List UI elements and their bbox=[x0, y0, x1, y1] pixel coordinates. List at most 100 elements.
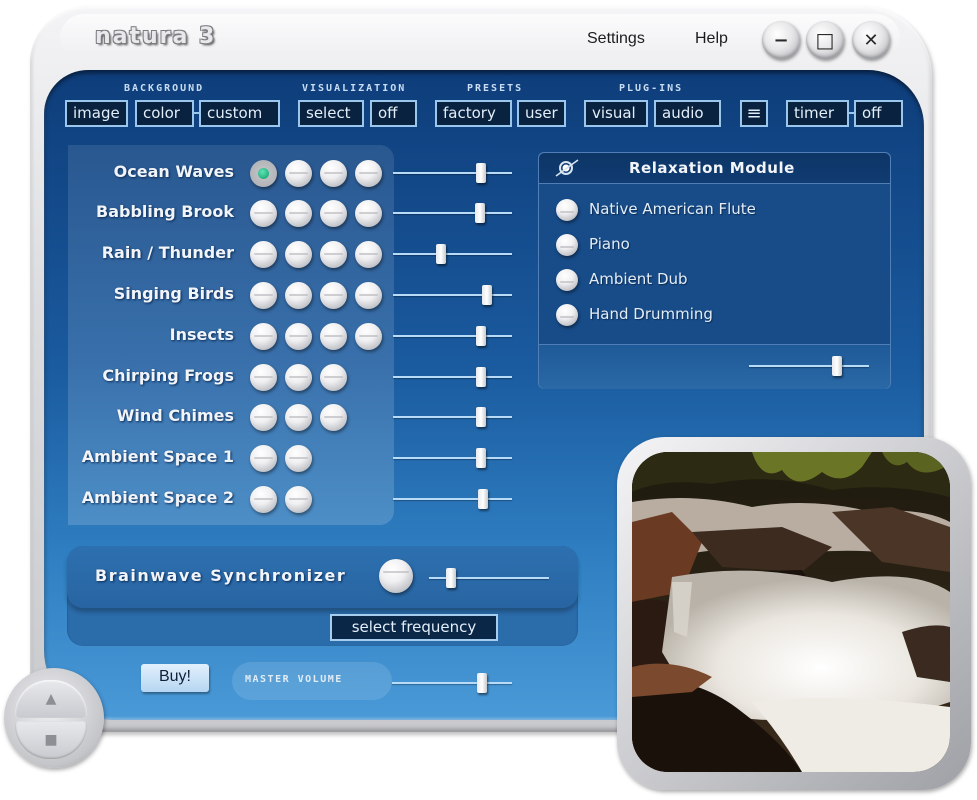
sound-variant-button[interactable] bbox=[250, 323, 277, 350]
sound-volume-thumb[interactable] bbox=[476, 448, 487, 468]
plugins-visual-button[interactable]: visual bbox=[584, 100, 648, 127]
brainwave-slider-thumb[interactable] bbox=[445, 568, 456, 588]
timer-button[interactable]: timer bbox=[786, 100, 849, 127]
sound-variant-button[interactable] bbox=[250, 282, 277, 309]
sound-variant-button[interactable] bbox=[320, 200, 347, 227]
select-frequency-button[interactable]: select frequency bbox=[330, 614, 498, 641]
sound-label: Rain / Thunder bbox=[101, 243, 234, 262]
sound-volume-thumb[interactable] bbox=[476, 407, 487, 427]
play-button[interactable]: ▲ bbox=[15, 680, 87, 718]
sound-variant-button[interactable] bbox=[250, 241, 277, 268]
sound-volume-slider[interactable] bbox=[393, 244, 512, 264]
sound-volume-slider[interactable] bbox=[393, 163, 512, 183]
close-button[interactable]: ✕ bbox=[852, 21, 890, 59]
sound-volume-slider[interactable] bbox=[393, 407, 512, 427]
sound-volume-slider[interactable] bbox=[393, 285, 512, 305]
sound-label: Ambient Space 1 bbox=[81, 447, 234, 466]
sound-variant-button[interactable] bbox=[355, 282, 382, 309]
relaxation-list: Native American Flute Piano Ambient Dub Han… bbox=[539, 184, 890, 345]
sound-variant-button[interactable] bbox=[320, 323, 347, 350]
sound-variant-button[interactable] bbox=[320, 364, 347, 391]
sound-volume-thumb[interactable] bbox=[474, 203, 485, 223]
sound-volume-slider[interactable] bbox=[393, 448, 512, 468]
background-image-button[interactable]: image bbox=[65, 100, 128, 127]
relaxation-item-toggle[interactable] bbox=[556, 304, 578, 326]
sound-variant-button[interactable] bbox=[250, 364, 277, 391]
close-icon: ✕ bbox=[863, 29, 879, 51]
presets-factory-button[interactable]: factory bbox=[435, 100, 512, 127]
sound-volume-thumb[interactable] bbox=[476, 367, 487, 387]
timer-off-button[interactable]: off bbox=[854, 100, 903, 127]
relaxation-item-toggle[interactable] bbox=[556, 234, 578, 256]
sound-volume-thumb[interactable] bbox=[482, 285, 492, 305]
sound-variant-button[interactable] bbox=[285, 404, 312, 431]
relaxation-module: Relaxation Module Native American Flute P… bbox=[538, 152, 891, 389]
play-up-icon: ▲ bbox=[45, 691, 57, 707]
sound-variant-button[interactable] bbox=[320, 160, 347, 187]
list-icon: ≡ bbox=[746, 103, 762, 124]
sound-variant-button[interactable] bbox=[285, 200, 312, 227]
background-color-button[interactable]: color bbox=[135, 100, 194, 127]
sound-volume-slider[interactable] bbox=[393, 489, 512, 509]
relaxation-module-icon bbox=[555, 159, 579, 177]
brainwave-slider[interactable] bbox=[429, 568, 549, 588]
playlist-button[interactable]: ≡ bbox=[740, 100, 768, 127]
relaxation-volume-slider[interactable] bbox=[749, 356, 869, 376]
sound-variant-button[interactable] bbox=[250, 404, 277, 431]
sound-variant-button[interactable] bbox=[250, 160, 277, 187]
sound-volume-slider[interactable] bbox=[393, 203, 512, 223]
plugins-group-label: PLUG-INS bbox=[619, 83, 684, 94]
stop-button[interactable]: ■ bbox=[15, 721, 87, 759]
relaxation-volume-thumb[interactable] bbox=[831, 356, 842, 376]
sound-variant-button[interactable] bbox=[320, 404, 347, 431]
sound-label: Babbling Brook bbox=[96, 202, 234, 221]
relaxation-item-label: Native American Flute bbox=[589, 200, 756, 218]
sound-variant-button[interactable] bbox=[285, 282, 312, 309]
sound-variant-button[interactable] bbox=[355, 241, 382, 268]
brainwave-header: Brainwave Synchronizer bbox=[67, 546, 578, 608]
sound-variant-button[interactable] bbox=[285, 486, 312, 513]
sound-variant-button[interactable] bbox=[355, 323, 382, 350]
plugins-audio-button[interactable]: audio bbox=[654, 100, 721, 127]
maximize-button[interactable]: □ bbox=[806, 21, 844, 59]
sound-variant-button[interactable] bbox=[320, 282, 347, 309]
buy-button[interactable]: Buy! bbox=[141, 664, 209, 692]
sound-volume-slider[interactable] bbox=[393, 367, 512, 387]
sound-volume-slider[interactable] bbox=[393, 326, 512, 346]
sound-variant-button[interactable] bbox=[250, 486, 277, 513]
presets-group-label: PRESETS bbox=[467, 83, 524, 94]
brainwave-title: Brainwave Synchronizer bbox=[95, 566, 347, 585]
minimize-icon: − bbox=[773, 29, 789, 51]
sound-volume-thumb[interactable] bbox=[476, 163, 487, 183]
presets-user-button[interactable]: user bbox=[517, 100, 566, 127]
sound-volume-thumb[interactable] bbox=[435, 244, 446, 264]
sound-variant-button[interactable] bbox=[355, 200, 382, 227]
sound-label: Ocean Waves bbox=[113, 162, 234, 181]
sound-label: Chirping Frogs bbox=[102, 366, 234, 385]
sound-variant-button[interactable] bbox=[355, 160, 382, 187]
relaxation-item-label: Piano bbox=[589, 235, 630, 253]
scene-image bbox=[632, 452, 950, 772]
maximize-icon: □ bbox=[815, 28, 835, 52]
relaxation-item-toggle[interactable] bbox=[556, 199, 578, 221]
visualization-select-button[interactable]: select bbox=[298, 100, 364, 127]
brainwave-toggle[interactable] bbox=[379, 559, 413, 593]
menu-help[interactable]: Help bbox=[695, 30, 728, 48]
sound-variant-button[interactable] bbox=[285, 364, 312, 391]
master-volume-thumb[interactable] bbox=[477, 673, 487, 693]
sound-variant-button[interactable] bbox=[250, 200, 277, 227]
sound-variant-button[interactable] bbox=[285, 323, 312, 350]
master-volume-slider[interactable] bbox=[392, 673, 512, 693]
minimize-button[interactable]: − bbox=[762, 21, 800, 59]
relaxation-item-toggle[interactable] bbox=[556, 269, 578, 291]
sound-volume-thumb[interactable] bbox=[476, 326, 487, 346]
sound-volume-thumb[interactable] bbox=[478, 489, 489, 509]
sound-variant-button[interactable] bbox=[285, 241, 312, 268]
visualization-off-button[interactable]: off bbox=[370, 100, 417, 127]
background-custom-button[interactable]: custom bbox=[199, 100, 280, 127]
sound-variant-button[interactable] bbox=[320, 241, 347, 268]
sound-variant-button[interactable] bbox=[250, 445, 277, 472]
sound-variant-button[interactable] bbox=[285, 160, 312, 187]
sound-variant-button[interactable] bbox=[285, 445, 312, 472]
menu-settings[interactable]: Settings bbox=[587, 30, 645, 48]
